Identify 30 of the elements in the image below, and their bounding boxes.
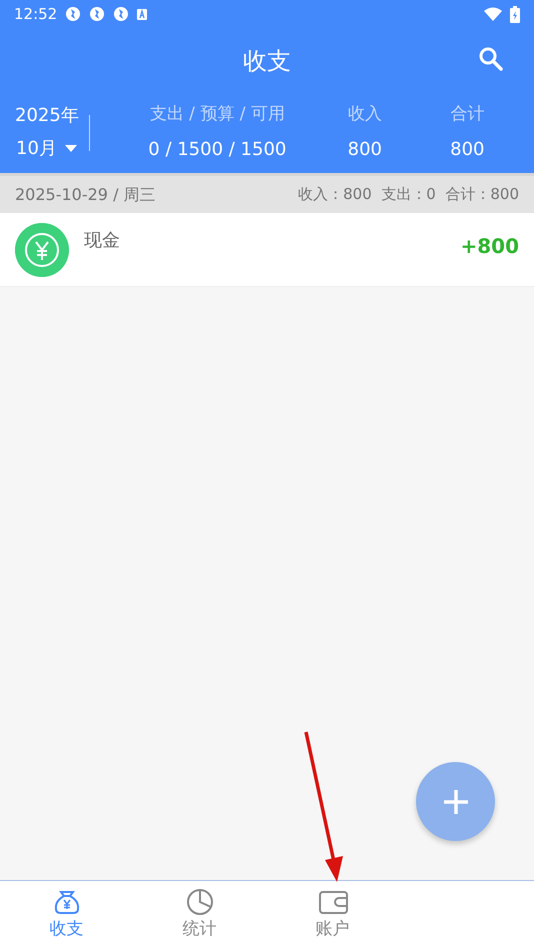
record-amount: +800 xyxy=(460,233,519,260)
nav-tab[interactable]: 收支 xyxy=(0,881,133,950)
caret-icon xyxy=(64,145,77,152)
summary-label: 收入 xyxy=(348,103,382,126)
summary-value: 800 xyxy=(450,138,484,162)
nav-tab[interactable]: 账户 xyxy=(266,881,399,950)
wifi-icon xyxy=(484,7,502,21)
summary-value: 800 xyxy=(348,138,382,162)
record-category: 现金 xyxy=(84,229,120,253)
app-notification-icon xyxy=(113,6,130,22)
search-icon[interactable] xyxy=(478,46,504,72)
summary-value: 0 / 1500 / 1500 xyxy=(148,138,286,162)
battery-icon xyxy=(510,6,520,22)
pie-chart-icon xyxy=(184,887,214,917)
plus-icon xyxy=(442,788,470,816)
record-row[interactable]: 现金 +800 xyxy=(0,213,534,287)
keyboard-notification-icon xyxy=(137,8,148,20)
nav-tab[interactable]: 统计 xyxy=(133,881,266,950)
status-time: 12:52 xyxy=(14,4,58,25)
yen-coin-icon xyxy=(15,223,69,277)
page-title: 收支 xyxy=(243,46,291,77)
group-date: 2025-10-29 / 周三 xyxy=(15,184,156,206)
group-totals: 收入：800 支出：0 合计：800 xyxy=(298,184,519,206)
year-label: 2025年 xyxy=(15,104,79,128)
summary-label: 合计 xyxy=(450,103,484,126)
app-notification-icon xyxy=(65,6,82,22)
app-notification-icon xyxy=(89,6,106,22)
summary-label: 支出 / 预算 / 可用 xyxy=(150,103,285,126)
month-selector[interactable]: 10月 xyxy=(15,134,79,163)
add-button[interactable] xyxy=(416,762,495,841)
